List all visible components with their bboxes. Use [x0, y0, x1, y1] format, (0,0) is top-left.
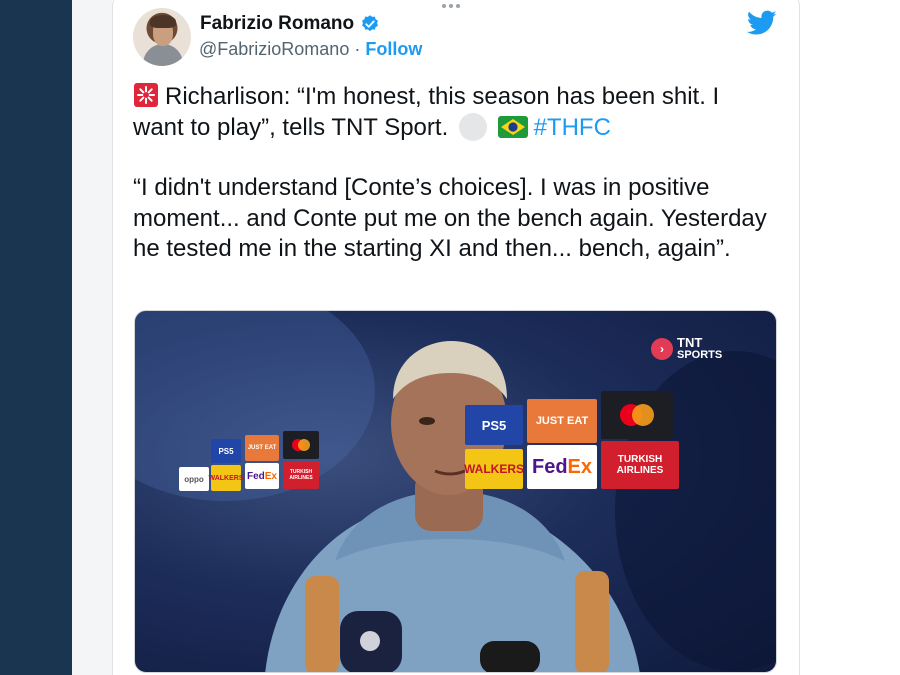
white-circle-icon [458, 112, 487, 141]
sponsor-fedex-small: Fed Ex [245, 463, 279, 489]
sponsor-mastercard [601, 391, 673, 439]
tnt-logo-line1: TNT [677, 335, 703, 350]
sponsor-turkish-airlines: TURKISH AIRLINES [601, 441, 679, 489]
sponsor-walkers-small: WALKERS [209, 465, 244, 491]
sponsor-just-eat-small: JUST EAT [245, 435, 279, 461]
brazil-flag-icon [497, 115, 528, 138]
tweet-line-1b: want to play”, tells TNT Sport. [133, 113, 449, 141]
mastercard-icon [620, 404, 654, 426]
tnt-logo-line2: SPORTS [677, 349, 723, 361]
sponsor-mastercard-small [283, 431, 319, 459]
tweet-line-1a: Richarlison: “I'm honest, this season ha… [165, 83, 720, 110]
left-sidebar [0, 0, 72, 675]
tweet-paragraph-1: Richarlison: “I'm honest, this season ha… [133, 82, 793, 143]
display-name-text[interactable]: Fabrizio Romano [200, 13, 354, 35]
handle-row: @FabrizioRomano · Follow [199, 39, 422, 60]
twitter-bird-icon[interactable] [747, 10, 777, 36]
sponsor-fedex: Fed Ex [527, 445, 597, 489]
tnt-sports-logo: › TNT SPORTS [651, 335, 723, 361]
sponsor-walkers: WALKERS [464, 449, 524, 489]
background-margin [72, 0, 112, 675]
interview-scene [135, 311, 776, 672]
avatar[interactable] [133, 8, 191, 66]
sponsor-just-eat: JUST EAT [527, 399, 597, 443]
user-handle[interactable]: @FabrizioRomano [199, 39, 349, 60]
tweet-text: Richarlison: “I'm honest, this season ha… [133, 82, 793, 265]
follow-button[interactable]: Follow [365, 39, 422, 60]
display-name[interactable]: Fabrizio Romano [200, 13, 380, 35]
sponsor-turkish-small: TURKISH AIRLINES [283, 461, 319, 489]
verified-badge-icon [362, 15, 379, 32]
tweet-paragraph-2: “I didn't understand [Conte’s choices]. … [133, 174, 767, 262]
siren-icon [134, 83, 158, 107]
mastercard-small-icon [292, 439, 310, 451]
sponsor-oppo-small: oppo [179, 467, 209, 491]
sponsor-ps5: PS5 [465, 405, 523, 445]
drag-handle-icon[interactable] [442, 4, 460, 10]
tweet-media-image[interactable]: › TNT SPORTS PS5 JUST EAT WALKERS Fed Ex … [134, 310, 777, 673]
tnt-logo-mark-icon: › [651, 338, 673, 360]
sponsor-ps5-small: PS5 [211, 439, 241, 463]
separator-dot: · [354, 39, 361, 59]
hashtag-thfc[interactable]: #THFC [534, 114, 611, 141]
